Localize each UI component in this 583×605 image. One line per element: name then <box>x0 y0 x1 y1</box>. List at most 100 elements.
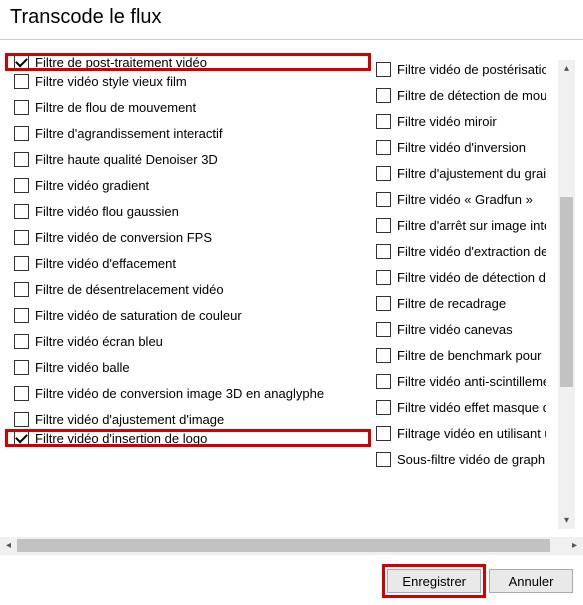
scroll-down-arrow-icon[interactable]: ▾ <box>558 512 575 529</box>
filter-row[interactable]: Filtre vidéo flou gaussien <box>14 202 362 220</box>
vertical-scroll-track[interactable] <box>558 77 575 512</box>
filter-checkbox[interactable] <box>376 426 391 441</box>
save-button[interactable]: Enregistrer <box>387 569 481 593</box>
filter-label: Filtre vidéo écran bleu <box>35 334 163 349</box>
filter-label: Sous-filtre vidéo de graphique <box>397 452 546 467</box>
filter-label: Filtre d'agrandissement interactif <box>35 126 222 141</box>
filter-label: Filtre vidéo effet masque de tr <box>397 400 546 415</box>
filter-checkbox[interactable] <box>376 322 391 337</box>
filter-label: Filtre vidéo « Gradfun » <box>397 192 533 207</box>
filter-label: Filtre de désentrelacement vidéo <box>35 282 224 297</box>
filter-checkbox[interactable] <box>14 55 29 70</box>
filter-checkbox[interactable] <box>376 114 391 129</box>
filter-checkbox[interactable] <box>14 360 29 375</box>
filter-checkbox[interactable] <box>14 126 29 141</box>
filter-row[interactable]: Filtre de détection de mouvem <box>376 86 546 104</box>
filter-label: Filtre vidéo d'ajustement d'image <box>35 412 224 427</box>
scroll-right-arrow-icon[interactable]: ▸ <box>566 537 583 554</box>
filter-label: Filtre d'ajustement du grain <box>397 166 546 181</box>
filter-checkbox[interactable] <box>376 400 391 415</box>
filter-row[interactable]: Filtre vidéo d'effacement <box>14 254 362 272</box>
filter-row[interactable]: Filtre vidéo effet masque de tr <box>376 398 546 416</box>
filter-label: Filtrage vidéo en utilisant une o <box>397 426 546 441</box>
filter-row[interactable]: Filtre vidéo d'inversion <box>376 138 546 156</box>
filter-checkbox[interactable] <box>14 152 29 167</box>
filter-checkbox[interactable] <box>376 218 391 233</box>
filter-checkbox[interactable] <box>376 374 391 389</box>
scroll-up-arrow-icon[interactable]: ▴ <box>558 60 575 77</box>
filter-row[interactable]: Filtre vidéo d'ajustement d'image <box>14 410 362 428</box>
filter-checkbox[interactable] <box>14 308 29 323</box>
filter-checkbox[interactable] <box>376 62 391 77</box>
filter-row[interactable]: Filtre vidéo de conversion FPS <box>14 228 362 246</box>
filter-checkbox[interactable] <box>14 386 29 401</box>
filter-row[interactable]: Filtre de flou de mouvement <box>14 98 362 116</box>
filter-row[interactable]: Filtre vidéo style vieux film <box>14 72 362 90</box>
filter-row[interactable]: Filtre de post-traitement vidéo <box>5 53 371 71</box>
filter-checkbox[interactable] <box>376 296 391 311</box>
filter-checkbox[interactable] <box>14 412 29 427</box>
filter-label: Filtre de recadrage <box>397 296 506 311</box>
filter-row[interactable]: Filtre vidéo balle <box>14 358 362 376</box>
filter-row[interactable]: Filtre vidéo anti-scintillement <box>376 372 546 390</box>
filter-checkbox[interactable] <box>376 192 391 207</box>
filter-row[interactable]: Filtre vidéo d'extraction de con <box>376 242 546 260</box>
filter-checkbox[interactable] <box>376 348 391 363</box>
filter-row[interactable]: Filtre vidéo gradient <box>14 176 362 194</box>
filter-checkbox[interactable] <box>14 204 29 219</box>
filter-row[interactable]: Filtre vidéo « Gradfun » <box>376 190 546 208</box>
filter-label: Filtre vidéo d'insertion de logo <box>35 431 207 446</box>
filter-row[interactable]: Filtre d'agrandissement interactif <box>14 124 362 142</box>
filter-label: Filtre de détection de mouvem <box>397 88 546 103</box>
filter-row[interactable]: Filtre d'arrêt sur image interac <box>376 216 546 234</box>
filter-checkbox[interactable] <box>14 431 29 446</box>
filter-checkbox[interactable] <box>14 282 29 297</box>
filter-row[interactable]: Filtre de benchmark pour le flo <box>376 346 546 364</box>
filter-row[interactable]: Filtre vidéo de conversion image 3D en a… <box>14 384 362 402</box>
filter-row[interactable]: Filtrage vidéo en utilisant une o <box>376 424 546 442</box>
filter-checkbox[interactable] <box>14 100 29 115</box>
filter-row[interactable]: Filtre vidéo canevas <box>376 320 546 338</box>
transcode-window: Transcode le flux Filtre de post-traitem… <box>0 0 583 605</box>
filter-label: Filtre vidéo flou gaussien <box>35 204 179 219</box>
filter-row[interactable]: Filtre vidéo écran bleu <box>14 332 362 350</box>
vertical-scroll-thumb[interactable] <box>560 197 573 387</box>
filter-row[interactable]: Filtre haute qualité Denoiser 3D <box>14 150 362 168</box>
filter-checkbox[interactable] <box>14 256 29 271</box>
filter-label: Filtre vidéo de saturation de couleur <box>35 308 242 323</box>
filter-checkbox[interactable] <box>14 230 29 245</box>
filter-row[interactable]: Filtre de désentrelacement vidéo <box>14 280 362 298</box>
vertical-scrollbar[interactable]: ▴ ▾ <box>558 60 575 529</box>
filter-row[interactable]: Filtre vidéo miroir <box>376 112 546 130</box>
filter-row[interactable]: Filtre vidéo d'insertion de logo <box>5 429 371 447</box>
filter-checkbox[interactable] <box>376 166 391 181</box>
filter-checkbox[interactable] <box>376 88 391 103</box>
filter-checkbox[interactable] <box>376 452 391 467</box>
filter-row[interactable]: Filtre vidéo de saturation de couleur <box>14 306 362 324</box>
filter-checkbox[interactable] <box>376 140 391 155</box>
dialog-footer: Enregistrer Annuler <box>0 554 583 605</box>
filter-checkbox[interactable] <box>376 244 391 259</box>
horizontal-scrollbar[interactable]: ◂ ▸ <box>0 537 583 554</box>
filter-row[interactable]: Filtre d'ajustement du grain <box>376 164 546 182</box>
filter-row[interactable]: Filtre vidéo de détection des b <box>376 268 546 286</box>
horizontal-scroll-track[interactable] <box>17 537 566 554</box>
filter-label: Filtre de post-traitement vidéo <box>35 55 207 70</box>
scroll-left-arrow-icon[interactable]: ◂ <box>0 537 17 554</box>
horizontal-scroll-thumb[interactable] <box>17 539 550 552</box>
filter-label: Filtre de flou de mouvement <box>35 100 196 115</box>
filter-checkbox[interactable] <box>14 334 29 349</box>
filter-label: Filtre d'arrêt sur image interac <box>397 218 546 233</box>
filters-panel: Filtre de post-traitement vidéo Filtre vi… <box>0 40 583 537</box>
filter-row[interactable]: Sous-filtre vidéo de graphique <box>376 450 546 468</box>
filter-checkbox[interactable] <box>376 270 391 285</box>
filter-row[interactable]: Filtre de recadrage <box>376 294 546 312</box>
filters-left-column: Filtre de post-traitement vidéoFiltre vi… <box>14 60 362 529</box>
filter-label: Filtre vidéo anti-scintillement <box>397 374 546 389</box>
filter-checkbox[interactable] <box>14 74 29 89</box>
filter-checkbox[interactable] <box>14 178 29 193</box>
filters-columns: Filtre de post-traitement vidéoFiltre vi… <box>14 60 575 529</box>
filter-label: Filtre vidéo d'effacement <box>35 256 176 271</box>
cancel-button[interactable]: Annuler <box>489 569 573 593</box>
filter-row[interactable]: Filtre vidéo de postérisation <box>376 60 546 78</box>
